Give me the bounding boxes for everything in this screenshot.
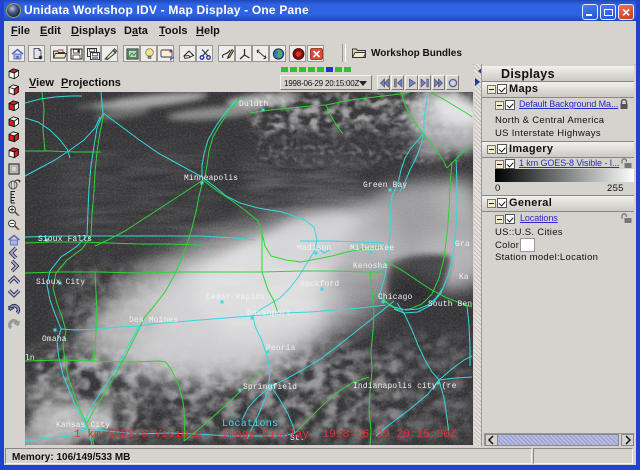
svg-text:ln: ln bbox=[25, 355, 35, 363]
svg-text:Peoria: Peoria bbox=[266, 345, 296, 353]
svg-text:Sioux City: Sioux City bbox=[36, 279, 85, 287]
svg-text:Des Moines: Des Moines bbox=[129, 317, 178, 325]
svg-text:Omaha: Omaha bbox=[42, 336, 67, 344]
svg-text:Rockford: Rockford bbox=[300, 281, 339, 289]
svg-text:Chicago: Chicago bbox=[378, 294, 413, 302]
svg-text:South Bend: South Bend bbox=[428, 301, 473, 309]
svg-text:Green Bay: Green Bay bbox=[363, 182, 407, 190]
svg-text:Cedar Rapids: Cedar Rapids bbox=[206, 294, 265, 302]
svg-text:Minneapolis: Minneapolis bbox=[184, 175, 238, 183]
svg-text:Springfield: Springfield bbox=[243, 384, 297, 392]
svg-text:Milwaukee: Milwaukee bbox=[350, 245, 394, 253]
svg-text:Kenosha: Kenosha bbox=[353, 263, 388, 271]
svg-text:Davenport: Davenport bbox=[247, 310, 291, 318]
svg-text:Gra: Gra bbox=[455, 241, 470, 249]
svg-text:Madison: Madison bbox=[297, 245, 332, 253]
svg-text:Ka: Ka bbox=[459, 274, 469, 282]
svg-text:Indianapolis city (re: Indianapolis city (re bbox=[353, 383, 457, 391]
svg-text:Sioux Falls: Sioux Falls bbox=[38, 236, 92, 244]
svg-text:Duluth: Duluth bbox=[239, 101, 269, 109]
svg-text:1 km GOES-8 Visible - Image Di: 1 km GOES-8 Visible - Image Display, 199… bbox=[74, 429, 457, 441]
